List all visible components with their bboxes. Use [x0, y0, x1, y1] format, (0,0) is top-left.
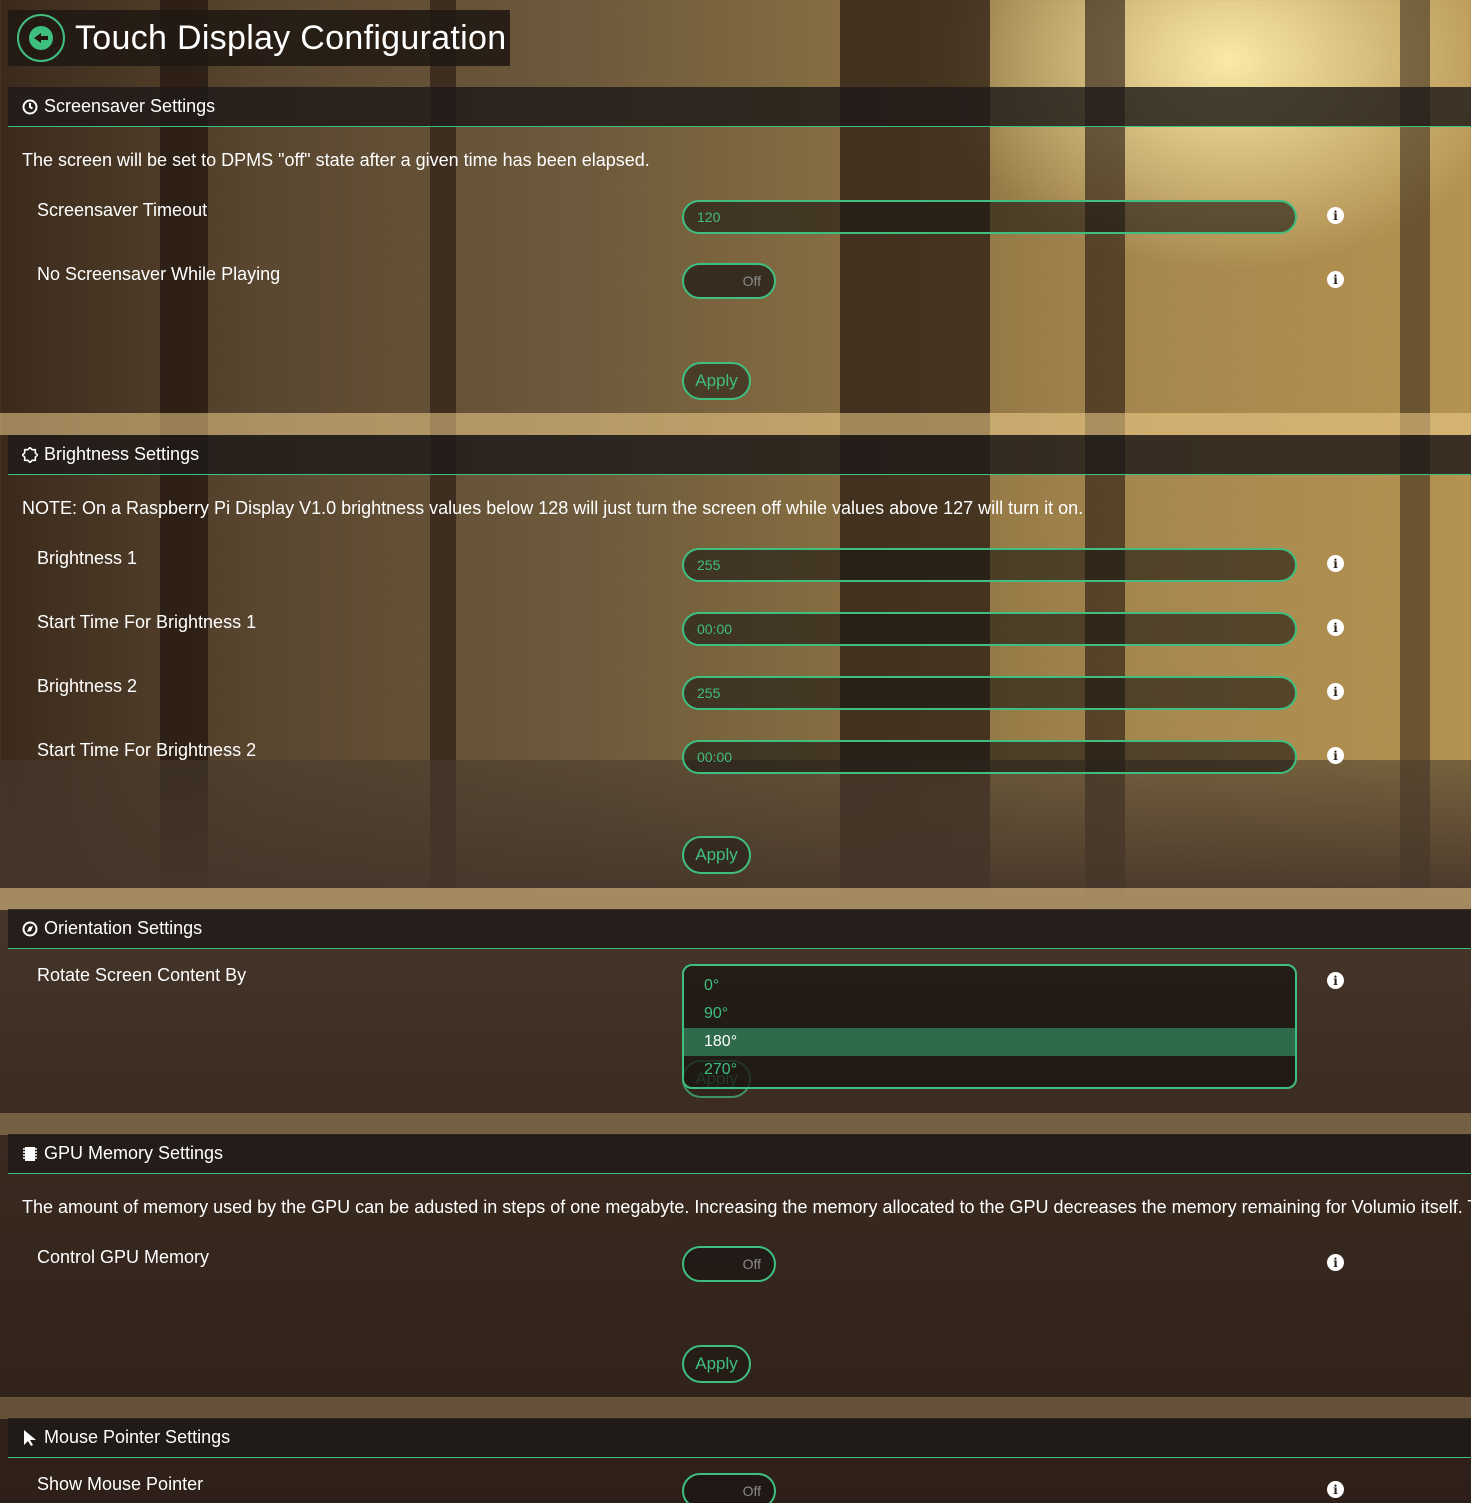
section-title: Orientation Settings — [44, 918, 203, 938]
sun-icon — [21, 445, 39, 464]
info-icon[interactable]: i — [1327, 271, 1344, 288]
rotate-select[interactable]: 0° 90° 180° 270° — [682, 964, 1297, 1089]
info-icon[interactable]: i — [1327, 683, 1344, 700]
info-icon[interactable]: i — [1327, 555, 1344, 572]
section-title: Mouse Pointer Settings — [44, 1427, 231, 1447]
start-time-1-label: Start Time For Brightness 1 — [37, 612, 257, 632]
section-header-mouse: Mouse Pointer Settings — [8, 1418, 1471, 1458]
start-time-2-label: Start Time For Brightness 2 — [37, 740, 257, 760]
section-title: Brightness Settings — [44, 444, 200, 464]
rotate-option-selected[interactable]: 180° — [684, 1028, 1295, 1056]
info-icon[interactable]: i — [1327, 747, 1344, 764]
page-title: Touch Display Configuration — [75, 18, 507, 57]
rotate-label: Rotate Screen Content By — [37, 965, 247, 985]
page-header: Touch Display Configuration — [8, 10, 510, 66]
info-icon[interactable]: i — [1327, 972, 1344, 989]
info-icon[interactable]: i — [1327, 207, 1344, 224]
brightness-1-label: Brightness 1 — [37, 548, 138, 568]
memory-chip-icon — [22, 1146, 38, 1162]
screensaver-timeout-label: Screensaver Timeout — [37, 200, 208, 220]
rotate-option[interactable]: 0° — [684, 972, 1295, 1000]
section-title: GPU Memory Settings — [44, 1143, 224, 1163]
section-header-brightness: Brightness Settings — [8, 435, 1471, 475]
mouse-pointer-icon — [22, 1429, 38, 1446]
back-button[interactable] — [17, 14, 65, 62]
arrow-left-icon — [29, 26, 53, 50]
rotate-option[interactable]: 90° — [684, 1000, 1295, 1028]
info-icon[interactable]: i — [1327, 1481, 1344, 1498]
screensaver-timeout-input[interactable]: 120 — [682, 200, 1297, 234]
brightness-2-label: Brightness 2 — [37, 676, 138, 696]
brightness-apply-button[interactable]: Apply — [682, 836, 751, 874]
gpu-apply-button[interactable]: Apply — [682, 1345, 751, 1383]
section-header-screensaver: Screensaver Settings — [8, 87, 1471, 127]
brightness-1-input[interactable]: 255 — [682, 548, 1297, 582]
gpu-description: The amount of memory used by the GPU can… — [22, 1197, 1471, 1217]
brightness-2-input[interactable]: 255 — [682, 676, 1297, 710]
start-time-2-input[interactable]: 00:00 — [682, 740, 1297, 774]
start-time-1-input[interactable]: 00:00 — [682, 612, 1297, 646]
clock-icon — [22, 99, 38, 115]
show-mouse-label: Show Mouse Pointer — [37, 1474, 204, 1494]
control-gpu-toggle[interactable]: Off — [682, 1246, 776, 1282]
brightness-note: NOTE: On a Raspberry Pi Display V1.0 bri… — [22, 498, 1084, 518]
rotate-option[interactable]: 270° — [684, 1056, 1295, 1084]
control-gpu-label: Control GPU Memory — [37, 1247, 210, 1267]
no-screensaver-toggle[interactable]: Off — [682, 263, 776, 299]
section-title: Screensaver Settings — [44, 96, 216, 116]
section-header-gpu: GPU Memory Settings — [8, 1134, 1471, 1174]
compass-icon — [22, 921, 38, 937]
info-icon[interactable]: i — [1327, 1254, 1344, 1271]
section-header-orientation: Orientation Settings — [8, 909, 1471, 949]
screensaver-apply-button[interactable]: Apply — [682, 362, 751, 400]
screensaver-description: The screen will be set to DPMS "off" sta… — [22, 150, 650, 170]
no-screensaver-label: No Screensaver While Playing — [37, 264, 281, 284]
info-icon[interactable]: i — [1327, 619, 1344, 636]
show-mouse-toggle[interactable]: Off — [682, 1473, 776, 1503]
